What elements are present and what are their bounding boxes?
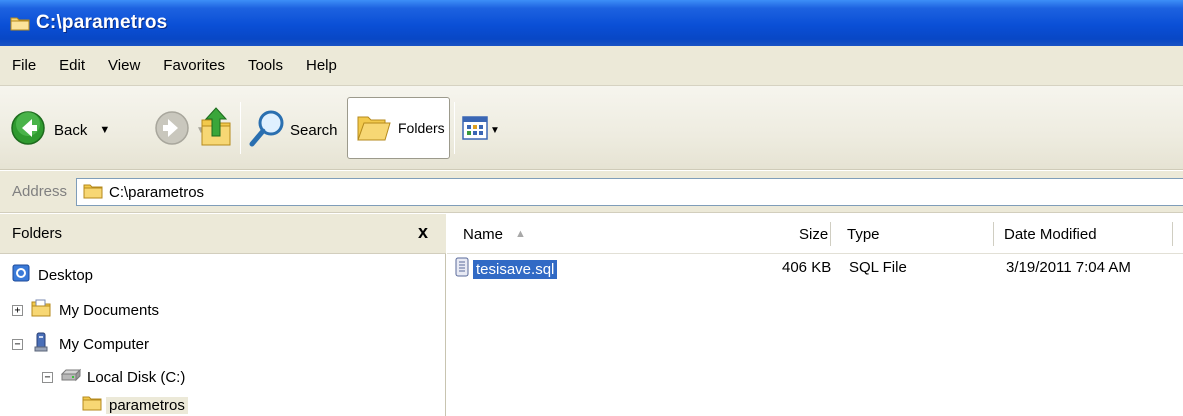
folder-icon xyxy=(83,183,103,202)
column-header-label: Type xyxy=(847,225,880,243)
file-name-cell[interactable]: tesisave.sql xyxy=(455,257,558,281)
window-title: C:\parametros xyxy=(36,12,168,33)
up-folder-button[interactable] xyxy=(198,106,234,152)
folders-icon xyxy=(356,109,392,148)
menu-favorites[interactable]: Favorites xyxy=(161,55,227,76)
file-list[interactable]: tesisave.sql 406 KB SQL File 3/19/2011 7… xyxy=(447,255,1183,416)
my-computer-icon xyxy=(31,332,51,356)
column-header-name[interactable]: Name ▲ xyxy=(463,214,526,254)
back-label: Back xyxy=(54,121,88,139)
tree-item-label: parametros xyxy=(106,396,188,414)
column-separator[interactable] xyxy=(830,222,831,246)
folders-button[interactable]: Folders xyxy=(347,97,450,159)
search-button[interactable]: Search xyxy=(248,108,338,152)
column-separator[interactable] xyxy=(1172,222,1173,246)
tree-item-label: Desktop xyxy=(38,266,94,284)
tree-item-desktop[interactable]: Desktop xyxy=(12,262,93,288)
menu-bar: File Edit View Favorites Tools Help xyxy=(0,46,1183,86)
views-button[interactable]: ▼ xyxy=(462,116,500,144)
collapse-icon[interactable]: − xyxy=(12,338,23,350)
search-icon xyxy=(248,108,286,152)
details-header: Name ▲ Size Type Date Modified xyxy=(447,214,1183,254)
folders-label: Folders xyxy=(398,120,445,136)
file-type: SQL File xyxy=(849,259,907,276)
views-dropdown-arrow-icon[interactable]: ▼ xyxy=(490,125,500,136)
file-date-modified: 3/19/2011 7:04 AM xyxy=(1006,259,1131,276)
tree-item-local-disk[interactable]: − Local Disk (C:) xyxy=(42,364,185,390)
tree-item-label: Local Disk (C:) xyxy=(87,368,186,386)
address-label: Address xyxy=(12,183,68,200)
back-button[interactable]: Back ▼ xyxy=(10,110,110,150)
menu-help[interactable]: Help xyxy=(304,55,339,76)
column-header-type[interactable]: Type xyxy=(847,214,880,254)
column-header-label: Size xyxy=(799,225,829,243)
menu-edit[interactable]: Edit xyxy=(57,55,87,76)
folders-pane: Folders x Desktop + My Documents − My Co… xyxy=(0,214,446,416)
toolbar-separator xyxy=(240,102,241,154)
search-label: Search xyxy=(290,121,338,139)
folder-icon xyxy=(82,395,102,415)
sql-file-icon xyxy=(455,257,469,281)
column-header-label: Name xyxy=(463,225,504,243)
tree-item-label: My Computer xyxy=(59,335,150,353)
collapse-icon[interactable]: − xyxy=(42,371,53,383)
folder-icon xyxy=(10,15,30,31)
file-name: tesisave.sql xyxy=(473,259,558,279)
tree-item-my-computer[interactable]: − My Computer xyxy=(12,331,149,357)
address-bar: Address C:\parametros xyxy=(0,171,1183,213)
local-disk-icon xyxy=(60,368,82,386)
menu-tools[interactable]: Tools xyxy=(246,55,285,76)
tree-item-label: My Documents xyxy=(59,301,160,319)
column-separator[interactable] xyxy=(993,222,994,246)
forward-arrow-icon xyxy=(154,110,190,150)
views-icon xyxy=(462,116,488,144)
tree-item-my-documents[interactable]: + My Documents xyxy=(12,297,159,323)
close-icon[interactable]: x xyxy=(418,222,428,243)
address-value: C:\parametros xyxy=(109,183,205,201)
column-header-date-modified[interactable]: Date Modified xyxy=(1004,214,1097,254)
title-bar[interactable]: C:\parametros xyxy=(0,0,1183,46)
file-size: 406 KB xyxy=(782,259,832,276)
menu-file[interactable]: File xyxy=(10,55,38,76)
folders-pane-header: Folders x xyxy=(0,214,446,254)
column-header-label: Date Modified xyxy=(1004,225,1097,243)
my-documents-icon xyxy=(31,299,51,321)
expand-icon[interactable]: + xyxy=(12,304,23,316)
menu-view[interactable]: View xyxy=(106,55,142,76)
folders-pane-title: Folders xyxy=(12,225,63,242)
tree-item-parametros[interactable]: parametros xyxy=(82,392,188,416)
table-row[interactable]: tesisave.sql 406 KB SQL File 3/19/2011 7… xyxy=(455,255,1183,285)
column-header-size[interactable]: Size xyxy=(799,214,828,254)
back-arrow-icon xyxy=(10,110,46,150)
desktop-icon xyxy=(12,264,30,286)
sort-ascending-icon: ▲ xyxy=(515,228,526,240)
up-folder-icon xyxy=(198,106,234,152)
address-input[interactable]: C:\parametros xyxy=(76,178,1183,206)
back-dropdown-arrow-icon[interactable]: ▼ xyxy=(99,124,110,136)
toolbar-separator xyxy=(454,102,455,154)
